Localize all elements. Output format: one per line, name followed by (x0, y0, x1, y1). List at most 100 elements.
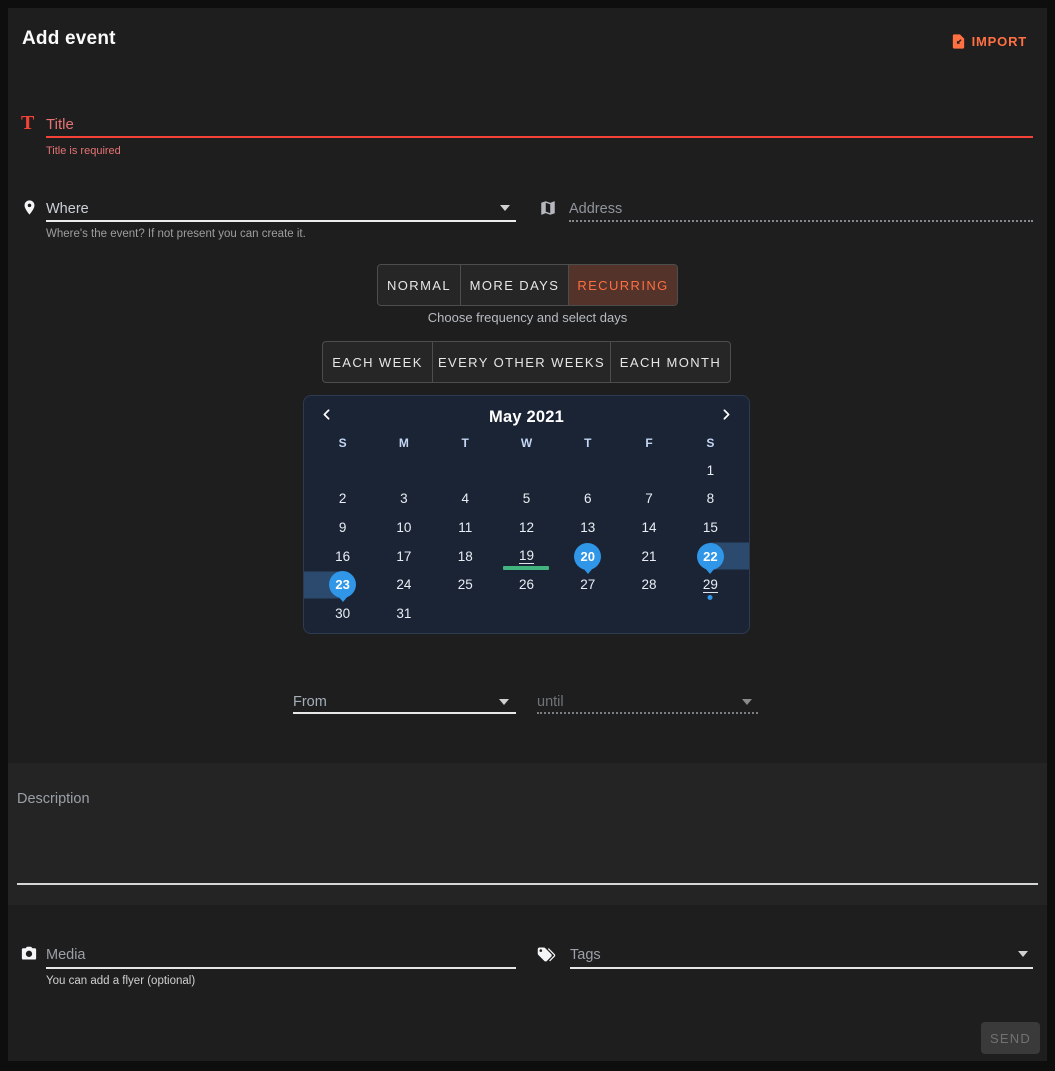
calendar-day[interactable]: 6 (557, 485, 618, 514)
calendar-day[interactable]: 8 (680, 485, 741, 514)
calendar-day[interactable]: 7 (618, 485, 679, 514)
day-number: 30 (335, 606, 350, 621)
tab-more-days[interactable]: MORE DAYS (460, 265, 568, 305)
from-dropdown-caret-icon[interactable] (499, 699, 509, 705)
calendar-day[interactable]: 2 (312, 485, 373, 514)
day-number: 6 (584, 491, 592, 506)
calendar-day[interactable]: 28 (618, 570, 679, 599)
calendar-day-empty (435, 456, 496, 485)
calendar-week-row: 16 17 18 19 2021 22 (312, 542, 741, 571)
until-select[interactable]: until (537, 694, 564, 710)
day-number: 7 (645, 491, 653, 506)
address-input[interactable]: Address (569, 201, 622, 217)
calendar-day[interactable]: 23 (312, 570, 373, 599)
calendar-nav: May 2021 (304, 396, 749, 432)
frequency-each-month-button[interactable]: EACH MONTH (610, 342, 730, 382)
title-input[interactable]: Title (46, 116, 74, 133)
day-number: 10 (396, 520, 411, 535)
calendar-day[interactable]: 30 (312, 599, 373, 628)
tags-underline (570, 967, 1033, 969)
where-dropdown-caret-icon[interactable] (500, 205, 510, 211)
calendar-day[interactable]: 3 (373, 485, 434, 514)
calendar-day[interactable]: 19 (496, 542, 557, 571)
from-select[interactable]: From (293, 694, 327, 710)
address-underline (569, 220, 1033, 222)
calendar-day-empty (435, 599, 496, 628)
calendar-day[interactable]: 13 (557, 513, 618, 542)
calendar-week-row: 1 (312, 456, 741, 485)
location-pin-icon (21, 197, 38, 223)
calendar-weekday-label: W (496, 436, 557, 450)
where-select[interactable]: Where (46, 201, 89, 217)
calendar-day[interactable]: 4 (435, 485, 496, 514)
calendar-day-empty (618, 599, 679, 628)
calendar-weekday-label: T (435, 436, 496, 450)
calendar-day[interactable]: 20 (557, 542, 618, 571)
day-number: 12 (519, 520, 534, 535)
title-underline (46, 136, 1033, 138)
calendar-day[interactable]: 27 (557, 570, 618, 599)
day-number: 5 (523, 491, 531, 506)
selected-day-marker: 22 (697, 543, 724, 570)
import-button[interactable]: IMPORT (947, 31, 1030, 52)
calendar-day[interactable]: 5 (496, 485, 557, 514)
where-helper-text: Where's the event? If not present you ca… (46, 228, 306, 240)
calendar-prev-button[interactable] (318, 406, 335, 423)
calendar-day-empty (312, 456, 373, 485)
day-number: 3 (400, 491, 408, 506)
calendar-weekday-label: S (680, 436, 741, 450)
day-number: 11 (458, 520, 472, 535)
calendar-day[interactable]: 29 (680, 570, 741, 599)
day-number: 28 (642, 577, 657, 592)
calendar-day[interactable]: 11 (435, 513, 496, 542)
media-helper-text: You can add a flyer (optional) (46, 975, 195, 987)
description-input[interactable] (17, 770, 1038, 880)
tags-icon (536, 944, 557, 970)
calendar-day[interactable]: 24 (373, 570, 434, 599)
calendar-day[interactable]: 1 (680, 456, 741, 485)
calendar-day[interactable]: 26 (496, 570, 557, 599)
calendar-day-empty (618, 456, 679, 485)
page-title: Add event (22, 28, 116, 50)
day-number: 14 (642, 520, 657, 535)
calendar-day[interactable]: 25 (435, 570, 496, 599)
calendar-week-row: 232425 26 27 28 29 (312, 570, 741, 599)
calendar-day[interactable]: 17 (373, 542, 434, 571)
where-underline (46, 220, 516, 222)
day-number: 2 (339, 491, 347, 506)
tab-recurring[interactable]: RECURRING (568, 265, 677, 305)
day-number: 17 (396, 549, 411, 564)
calendar-weekday-label: S (312, 436, 373, 450)
event-type-tabs: NORMAL MORE DAYS RECURRING (377, 264, 678, 306)
camera-icon (19, 944, 39, 968)
frequency-every-other-weeks-button[interactable]: EVERY OTHER WEEKS (432, 342, 610, 382)
calendar-next-button[interactable] (718, 406, 735, 423)
tab-normal[interactable]: NORMAL (378, 265, 460, 305)
until-dropdown-caret-icon (742, 699, 752, 705)
calendar-day[interactable]: 9 (312, 513, 373, 542)
tags-select[interactable]: Tags (570, 947, 601, 963)
media-input[interactable]: Media (46, 947, 86, 963)
frequency-each-week-button[interactable]: EACH WEEK (323, 342, 432, 382)
calendar-day[interactable]: 10 (373, 513, 434, 542)
calendar-day[interactable]: 31 (373, 599, 434, 628)
calendar-weekday-label: T (557, 436, 618, 450)
day-number: 26 (519, 577, 534, 592)
calendar-day-empty (557, 599, 618, 628)
day-number: 19 (519, 548, 534, 564)
calendar-day[interactable]: 14 (618, 513, 679, 542)
calendar-day-empty (496, 456, 557, 485)
frequency-button-group: EACH WEEK EVERY OTHER WEEKS EACH MONTH (322, 341, 731, 383)
calendar-day[interactable]: 22 (680, 542, 741, 571)
until-underline (537, 712, 758, 714)
send-button[interactable]: SEND (981, 1022, 1040, 1054)
calendar-day[interactable]: 12 (496, 513, 557, 542)
calendar-day[interactable]: 16 (312, 542, 373, 571)
calendar: May 2021 SMTWTFS 12345678910111213141516… (303, 395, 750, 634)
tags-dropdown-caret-icon[interactable] (1018, 951, 1028, 957)
calendar-day[interactable]: 18 (435, 542, 496, 571)
calendar-day[interactable]: 15 (680, 513, 741, 542)
calendar-day-empty (680, 599, 741, 628)
day-number: 9 (339, 520, 347, 535)
calendar-day[interactable]: 21 (618, 542, 679, 571)
